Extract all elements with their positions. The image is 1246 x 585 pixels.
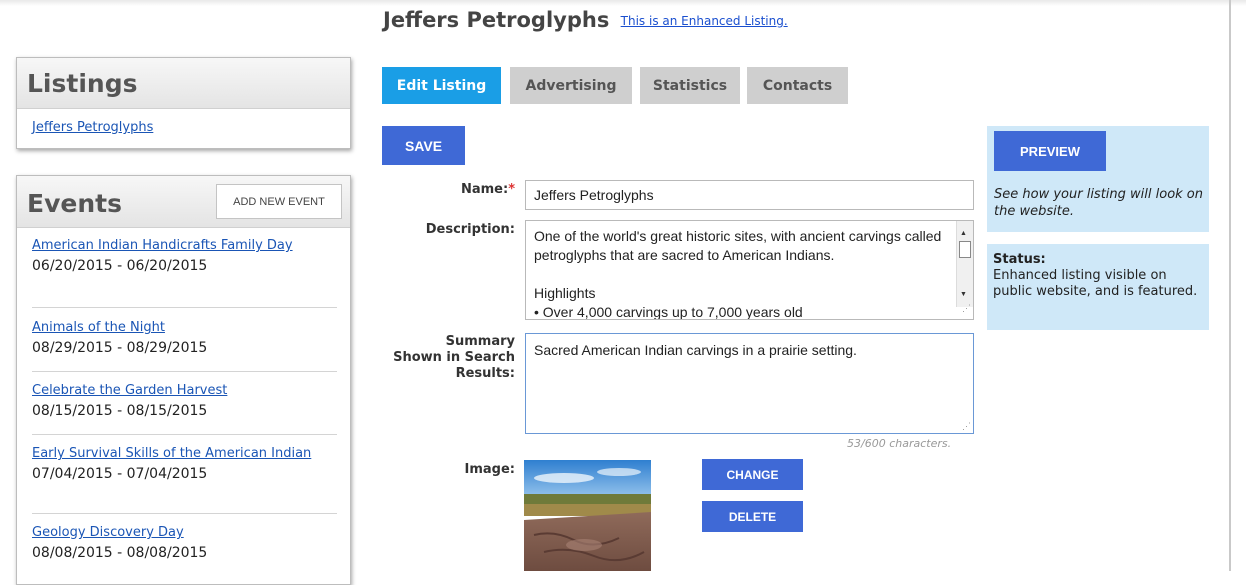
status-panel: Status: Enhanced listing visible on publ… bbox=[987, 244, 1209, 330]
tab-contacts[interactable]: Contacts bbox=[747, 67, 848, 104]
name-label: Name:* bbox=[420, 182, 515, 197]
events-header: Events ADD NEW EVENT bbox=[17, 176, 350, 228]
listings-header: Listings bbox=[17, 58, 350, 109]
resize-grip-icon[interactable]: ⋰ bbox=[962, 421, 971, 432]
tab-advertising[interactable]: Advertising bbox=[510, 67, 632, 104]
page-title: Jeffers Petroglyphs This is an Enhanced … bbox=[383, 8, 788, 32]
event-link[interactable]: Celebrate the Garden Harvest bbox=[32, 383, 337, 399]
listings-panel: Listings Jeffers Petroglyphs bbox=[16, 57, 351, 149]
preview-button[interactable]: PREVIEW bbox=[994, 131, 1106, 171]
description-textarea[interactable]: One of the world's great historic sites,… bbox=[525, 220, 974, 320]
right-divider bbox=[1229, 0, 1231, 571]
resize-grip-icon[interactable]: ⋰ bbox=[962, 299, 971, 318]
status-text: Enhanced listing visible on public websi… bbox=[993, 268, 1198, 299]
event-item: Geology Discovery Day 08/08/2015 - 08/08… bbox=[32, 525, 337, 577]
preview-panel: PREVIEW See how your listing will look o… bbox=[987, 126, 1209, 232]
listing-image-thumbnail bbox=[524, 460, 651, 571]
summary-value: Sacred American Indian carvings in a pra… bbox=[534, 342, 857, 358]
event-dates: 08/29/2015 - 08/29/2015 bbox=[32, 340, 208, 356]
events-panel: Events ADD NEW EVENT American Indian Han… bbox=[16, 175, 351, 585]
event-link[interactable]: Animals of the Night bbox=[32, 320, 337, 336]
event-link[interactable]: American Indian Handicrafts Family Day bbox=[32, 238, 337, 254]
description-line bbox=[534, 265, 943, 284]
summary-textarea[interactable]: Sacred American Indian carvings in a pra… bbox=[525, 333, 974, 434]
delete-image-button[interactable]: DELETE bbox=[702, 501, 803, 532]
event-dates: 06/20/2015 - 06/20/2015 bbox=[32, 258, 208, 274]
tab-statistics[interactable]: Statistics bbox=[640, 67, 740, 104]
summary-label-line: Summary bbox=[445, 334, 515, 349]
event-item: American Indian Handicrafts Family Day 0… bbox=[32, 238, 337, 308]
enhanced-listing-link[interactable]: This is an Enhanced Listing. bbox=[621, 14, 788, 28]
name-label-text: Name: bbox=[460, 182, 509, 197]
event-item: Animals of the Night 08/29/2015 - 08/29/… bbox=[32, 320, 337, 372]
listings-heading: Listings bbox=[27, 69, 138, 98]
top-shadow bbox=[0, 0, 1246, 6]
event-item: Early Survival Skills of the American In… bbox=[32, 446, 337, 514]
summary-label-line: Results: bbox=[455, 366, 515, 381]
change-image-button[interactable]: CHANGE bbox=[702, 459, 803, 490]
event-dates: 07/04/2015 - 07/04/2015 bbox=[32, 466, 208, 482]
save-button[interactable]: SAVE bbox=[382, 126, 465, 165]
character-counter: 53/600 characters. bbox=[847, 437, 952, 450]
status-heading: Status: bbox=[993, 252, 1046, 267]
name-field[interactable]: Jeffers Petroglyphs bbox=[525, 180, 974, 210]
petroglyph-landscape-image bbox=[524, 460, 651, 571]
events-heading: Events bbox=[27, 189, 122, 218]
event-link[interactable]: Early Survival Skills of the American In… bbox=[32, 446, 337, 462]
description-scrollbar[interactable]: ▲ ▼ bbox=[956, 221, 973, 307]
listing-title: Jeffers Petroglyphs bbox=[383, 8, 610, 32]
preview-description: See how your listing will look on the we… bbox=[994, 187, 1204, 219]
description-label: Description: bbox=[425, 222, 515, 237]
scroll-thumb[interactable] bbox=[959, 241, 971, 258]
listing-link-jeffers[interactable]: Jeffers Petroglyphs bbox=[32, 120, 153, 135]
tab-edit-listing[interactable]: Edit Listing bbox=[382, 67, 501, 104]
summary-label: Summary Shown in Search Results: bbox=[380, 334, 515, 382]
description-line: One of the world's great historic sites,… bbox=[534, 228, 942, 263]
description-line: Highlights bbox=[534, 285, 596, 301]
add-new-event-button[interactable]: ADD NEW EVENT bbox=[216, 184, 342, 219]
event-link[interactable]: Geology Discovery Day bbox=[32, 525, 337, 541]
event-item: Celebrate the Garden Harvest 08/15/2015 … bbox=[32, 383, 337, 435]
summary-label-line: Shown in Search bbox=[393, 350, 515, 365]
required-asterisk: * bbox=[508, 182, 515, 197]
event-dates: 08/08/2015 - 08/08/2015 bbox=[32, 545, 208, 561]
image-label: Image: bbox=[464, 462, 515, 477]
event-dates: 08/15/2015 - 08/15/2015 bbox=[32, 403, 208, 419]
description-line: • Over 4,000 carvings up to 7,000 years … bbox=[534, 304, 803, 320]
